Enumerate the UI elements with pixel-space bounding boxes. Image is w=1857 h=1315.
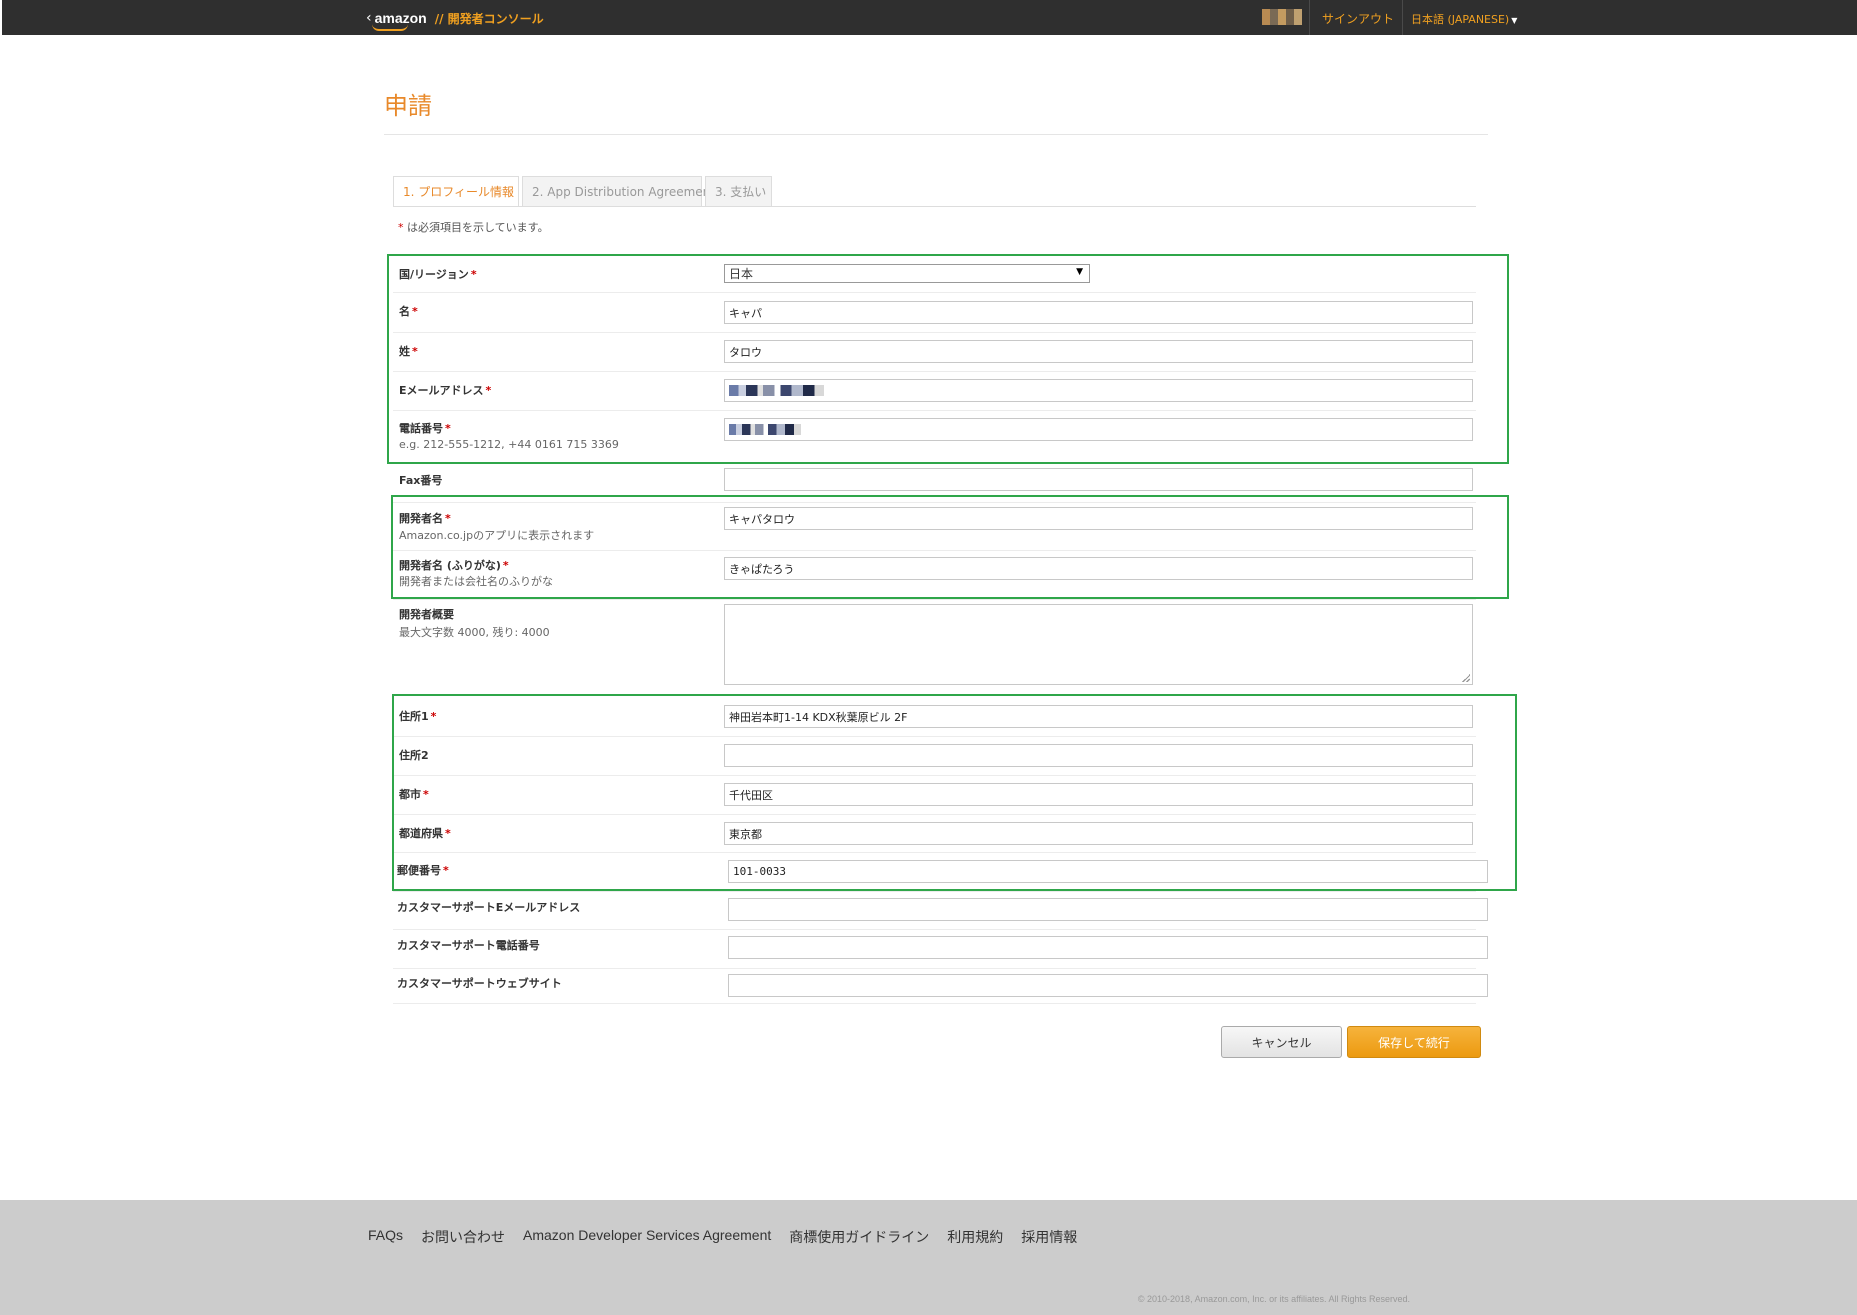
footer-link-faqs[interactable]: FAQs [368, 1227, 403, 1247]
field-label: カスタマーサポート電話番号 [397, 939, 540, 952]
amazon-smile-icon [372, 24, 408, 31]
footer-links: FAQs お問い合わせ Amazon Developer Services Ag… [368, 1227, 1077, 1247]
prefecture-input[interactable]: 東京都 [724, 822, 1473, 845]
caret-down-icon: ▼ [1511, 16, 1518, 25]
redacted-value [729, 385, 824, 396]
form-row-support-website: カスタマーサポートウェブサイト [393, 969, 1488, 1004]
language-label: 日本語 (JAPANESE) [1411, 13, 1510, 26]
first-name-input[interactable]: キャパ [724, 301, 1473, 324]
developer-name-input[interactable]: キャパタロウ [724, 507, 1473, 530]
developer-console-label: // 開発者コンソール [434, 11, 544, 26]
tab-profile[interactable]: 1. プロフィール情報 [393, 176, 519, 207]
footer-link-services-agreement[interactable]: Amazon Developer Services Agreement [523, 1227, 771, 1247]
field-label: カスタマーサポートウェブサイト [397, 977, 562, 990]
form-row-developer-name-kana: 開発者名 (ふりがな) * 開発者または会社名のふりがな きゃぱたろう [393, 551, 1476, 600]
tab-divider [393, 206, 1476, 207]
field-label: 郵便番号 * [397, 864, 449, 877]
field-label: 開発者名 * [399, 512, 451, 525]
form-row-address2: 住所2 [393, 737, 1476, 776]
form-row-developer-name: 開発者名 * Amazon.co.jpのアプリに表示されます キャパタロウ [393, 503, 1476, 551]
language-selector[interactable]: 日本語 (JAPANESE) ▼ [1411, 11, 1517, 27]
field-label: 電話番号 * [399, 422, 451, 435]
postal-code-input[interactable]: 101-0033 [728, 860, 1488, 883]
tab-payment[interactable]: 3. 支払い [705, 176, 772, 206]
email-input[interactable] [724, 379, 1473, 402]
city-input[interactable]: 千代田区 [724, 783, 1473, 806]
footer-link-trademark-guidelines[interactable]: 商標使用ガイドライン [789, 1227, 929, 1247]
user-avatar[interactable] [1262, 9, 1302, 25]
copyright: © 2010-2018, Amazon.com, Inc. or its aff… [1137, 1294, 1410, 1304]
field-label: 住所2 [399, 749, 429, 762]
field-label: 開発者概要 [399, 608, 454, 621]
field-label: 国/リージョン * [399, 268, 477, 281]
developer-summary-textarea[interactable] [724, 604, 1473, 685]
support-website-input[interactable] [728, 974, 1488, 997]
form-row-fax: Fax番号 [393, 464, 1476, 503]
address1-input[interactable]: 神田岩本町1-14 KDX秋葉原ビル 2F [724, 705, 1473, 728]
form-row-support-phone: カスタマーサポート電話番号 [393, 930, 1488, 969]
divider [384, 134, 1488, 135]
back-chevron-icon: ‹ [366, 10, 372, 26]
field-hint: 開発者または会社名のふりがな [399, 575, 553, 588]
phone-input[interactable] [724, 418, 1473, 441]
sign-out-link[interactable]: サインアウト [1322, 10, 1394, 27]
fax-input[interactable] [724, 468, 1473, 491]
developer-name-kana-input[interactable]: きゃぱたろう [724, 557, 1473, 580]
field-label: 名 * [399, 305, 418, 318]
divider [1402, 0, 1403, 35]
required-note: * は必須項目を示しています。 [398, 221, 549, 234]
field-label: Fax番号 [399, 474, 443, 487]
support-email-input[interactable] [728, 898, 1488, 921]
form-row-city: 都市 * 千代田区 [393, 776, 1476, 815]
form-row-email: Eメールアドレス * [393, 372, 1476, 411]
form-row-country: 国/リージョン * 日本 ▼ [393, 260, 1476, 293]
field-label: 都市 * [399, 788, 429, 801]
footer-link-terms[interactable]: 利用規約 [947, 1227, 1003, 1247]
cancel-button[interactable]: キャンセル [1221, 1026, 1342, 1058]
field-hint: Amazon.co.jpのアプリに表示されます [399, 529, 595, 542]
form-row-support-email: カスタマーサポートEメールアドレス [393, 892, 1488, 930]
support-phone-input[interactable] [728, 936, 1488, 959]
field-label: 住所1 * [399, 710, 437, 723]
field-label: 都道府県 * [399, 827, 451, 840]
last-name-input[interactable]: タロウ [724, 340, 1473, 363]
tab-app-distribution-agreement[interactable]: 2. App Distribution Agreement [522, 176, 715, 206]
redacted-value [729, 424, 801, 435]
divider [1309, 0, 1310, 35]
form-row-address1: 住所1 * 神田岩本町1-14 KDX秋葉原ビル 2F [393, 697, 1476, 737]
resize-handle-icon[interactable] [1462, 674, 1470, 682]
field-label: Eメールアドレス * [399, 384, 492, 397]
dropdown-arrow-icon: ▼ [1076, 267, 1083, 277]
form-row-first-name: 名 * キャパ [393, 293, 1476, 333]
top-navigation-bar: ‹ amazon // 開発者コンソール サインアウト 日本語 (JAPANES… [2, 0, 1857, 35]
address2-input[interactable] [724, 744, 1473, 767]
field-label: 姓 * [399, 345, 418, 358]
form-row-prefecture: 都道府県 * 東京都 [393, 815, 1476, 853]
form-row-postal-code: 郵便番号 * 101-0033 [393, 853, 1488, 892]
country-select[interactable]: 日本 ▼ [724, 264, 1090, 283]
save-and-continue-button[interactable]: 保存して続行 [1347, 1026, 1481, 1058]
home-link[interactable]: ‹ amazon // 開発者コンソール [366, 8, 544, 31]
footer-link-careers[interactable]: 採用情報 [1021, 1227, 1077, 1247]
form-row-developer-summary: 開発者概要 最大文字数 4000, 残り: 4000 [393, 600, 1476, 692]
field-label: 開発者名 (ふりがな) * [399, 559, 509, 572]
field-hint: 最大文字数 4000, 残り: 4000 [399, 626, 550, 639]
form-row-last-name: 姓 * タロウ [393, 333, 1476, 372]
footer-link-contact[interactable]: お問い合わせ [421, 1227, 505, 1247]
field-hint: e.g. 212-555-1212, +44 0161 715 3369 [399, 438, 619, 451]
page-title: 申請 [384, 92, 432, 120]
form-row-phone: 電話番号 * e.g. 212-555-1212, +44 0161 715 33… [393, 411, 1476, 464]
footer: FAQs お問い合わせ Amazon Developer Services Ag… [0, 1200, 1857, 1315]
field-label: カスタマーサポートEメールアドレス [397, 901, 581, 914]
